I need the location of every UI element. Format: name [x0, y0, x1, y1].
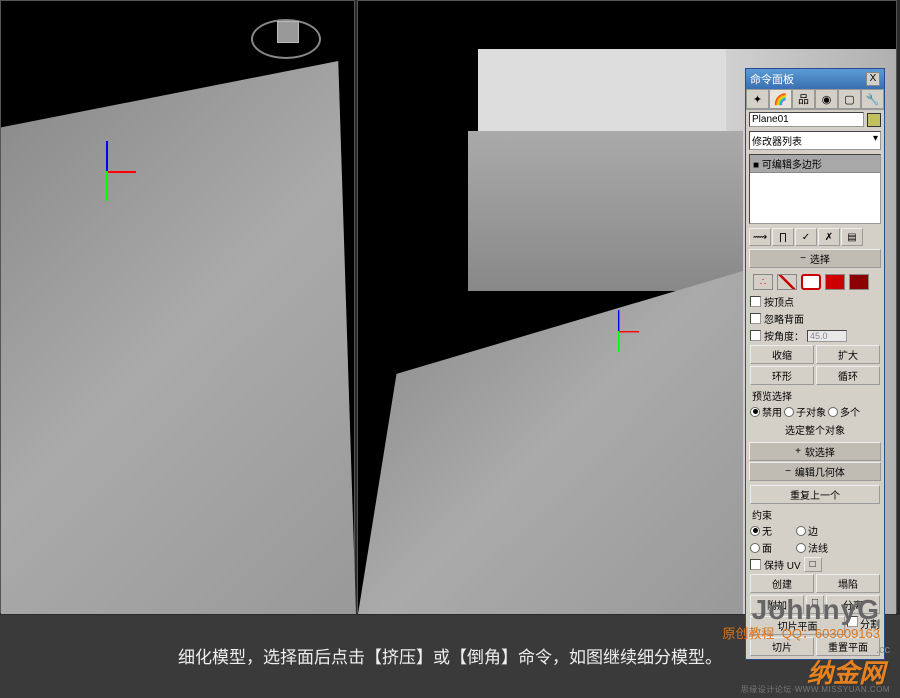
- show-end-result-button[interactable]: ∏: [772, 228, 794, 246]
- tab-display[interactable]: ▢: [838, 89, 861, 109]
- preview-subobj-radio[interactable]: [784, 407, 794, 417]
- panel-titlebar[interactable]: 命令面板 X: [746, 69, 884, 89]
- loop-button[interactable]: 循环: [816, 366, 880, 385]
- transform-gizmo-right[interactable]: [597, 310, 639, 352]
- preview-off-label: 禁用: [762, 404, 782, 419]
- preserve-uv-label: 保持 UV: [764, 557, 801, 572]
- constraint-face-radio[interactable]: [750, 543, 760, 553]
- remove-modifier-button[interactable]: ✗: [818, 228, 840, 246]
- subobj-polygon[interactable]: [825, 274, 845, 290]
- preview-selection-label: 预览选择: [750, 386, 880, 403]
- chevron-down-icon: ▾: [873, 133, 878, 148]
- tab-modify[interactable]: 🌈: [769, 89, 792, 109]
- shrink-button[interactable]: 收缩: [750, 345, 814, 364]
- subobj-border[interactable]: [801, 274, 821, 290]
- panel-title: 命令面板: [750, 71, 794, 87]
- repeat-last-button[interactable]: 重复上一个: [750, 485, 880, 504]
- transform-gizmo[interactable]: [76, 141, 136, 201]
- preview-multi-radio[interactable]: [828, 407, 838, 417]
- viewport-left[interactable]: [0, 0, 355, 613]
- constraints-label: 约束: [750, 505, 880, 522]
- tab-utilities[interactable]: 🔧: [861, 89, 884, 109]
- subobj-element[interactable]: [849, 274, 869, 290]
- command-panel: 命令面板 X ✦ 🌈 品 ◉ ▢ 🔧 Plane01 修改器列表 ▾ ■ 可编辑…: [745, 68, 885, 660]
- rollout-selection-label: 选择: [810, 251, 830, 266]
- collapse-button[interactable]: 塌陷: [816, 574, 880, 593]
- rollout-soft-selection-header[interactable]: + 软选择: [749, 442, 881, 461]
- preview-multi-label: 多个: [840, 404, 860, 419]
- object-color-swatch[interactable]: [867, 113, 881, 127]
- ring-button[interactable]: 环形: [750, 366, 814, 385]
- make-unique-button[interactable]: ✓: [795, 228, 817, 246]
- grow-button[interactable]: 扩大: [816, 345, 880, 364]
- rollout-selection-body: ∴ 按顶点 忽略背面 按角度： 45.0 收缩 扩大 环形 循环 预览选择: [746, 269, 884, 441]
- floor-mesh-right: [358, 271, 743, 614]
- panel-tabs: ✦ 🌈 品 ◉ ▢ 🔧: [746, 89, 884, 110]
- tab-hierarchy[interactable]: 品: [792, 89, 815, 109]
- by-angle-label: 按角度：: [764, 328, 804, 343]
- rollout-soft-selection-label: 软选择: [805, 444, 835, 459]
- modifier-stack[interactable]: ■ 可编辑多边形: [749, 154, 881, 224]
- subobj-edge[interactable]: [777, 274, 797, 290]
- stack-toolbar: ⟿ ∏ ✓ ✗ ▤: [746, 226, 884, 248]
- constraint-edge-radio[interactable]: [796, 526, 806, 536]
- subobj-vertex[interactable]: ∴: [753, 274, 773, 290]
- site-url: 思缘设计论坛·WWW.MISSYUAN.COM: [741, 684, 890, 695]
- gizmo-x-axis[interactable]: [106, 171, 136, 173]
- angle-spinner[interactable]: 45.0: [807, 330, 847, 342]
- light-object: [277, 21, 299, 43]
- gizmo-y-axis[interactable]: [618, 331, 619, 352]
- tutorial-caption: 细化模型，选择面后点击【挤压】或【倒角】命令，如图继续细分模型。: [0, 643, 900, 668]
- minus-icon: −: [785, 466, 791, 477]
- by-vertex-checkbox[interactable]: [750, 296, 761, 307]
- tab-motion[interactable]: ◉: [815, 89, 838, 109]
- watermark-author: JohnnyG: [752, 594, 880, 626]
- stack-item-editable-poly[interactable]: ■ 可编辑多边形: [750, 155, 880, 173]
- preserve-uv-checkbox[interactable]: [750, 559, 761, 570]
- close-button[interactable]: X: [866, 72, 880, 86]
- rollout-edit-geometry-label: 编辑几何体: [795, 464, 845, 479]
- constraint-normal-radio[interactable]: [796, 543, 806, 553]
- constraint-none-label: 无: [762, 523, 772, 538]
- preserve-uv-settings-button[interactable]: □: [804, 557, 822, 572]
- by-angle-checkbox[interactable]: [750, 330, 761, 341]
- ignore-backfacing-label: 忽略背面: [764, 311, 804, 326]
- plus-icon: +: [795, 446, 801, 457]
- gizmo-y-axis[interactable]: [106, 171, 108, 201]
- preview-off-radio[interactable]: [750, 407, 760, 417]
- gizmo-z-axis[interactable]: [106, 141, 108, 171]
- gizmo-x-axis[interactable]: [618, 331, 639, 332]
- gizmo-z-axis[interactable]: [618, 310, 619, 331]
- selection-info: 选定整个对象: [750, 420, 880, 439]
- rollout-edit-geometry-header[interactable]: − 编辑几何体: [749, 462, 881, 481]
- subobject-row: ∴: [750, 271, 880, 293]
- minus-icon: −: [800, 253, 806, 264]
- configure-sets-button[interactable]: ▤: [841, 228, 863, 246]
- modifier-list-label: 修改器列表: [752, 133, 802, 148]
- pin-stack-button[interactable]: ⟿: [749, 228, 771, 246]
- constraint-normal-label: 法线: [808, 540, 828, 555]
- wall-back: [468, 131, 743, 291]
- constraint-edge-label: 边: [808, 523, 818, 538]
- object-name-input[interactable]: Plane01: [749, 112, 864, 127]
- create-button[interactable]: 创建: [750, 574, 814, 593]
- modifier-list-dropdown[interactable]: 修改器列表 ▾: [749, 131, 881, 150]
- constraint-face-label: 面: [762, 540, 772, 555]
- constraint-none-radio[interactable]: [750, 526, 760, 536]
- floor-mesh-left: [1, 61, 356, 614]
- watermark-subtitle: 原创教程 QQ：603009163: [722, 623, 880, 642]
- ignore-backfacing-checkbox[interactable]: [750, 313, 761, 324]
- by-vertex-label: 按顶点: [764, 294, 794, 309]
- rollout-selection-header[interactable]: − 选择: [749, 249, 881, 268]
- preview-subobj-label: 子对象: [796, 404, 826, 419]
- tab-create[interactable]: ✦: [746, 89, 769, 109]
- wall-top: [478, 49, 738, 139]
